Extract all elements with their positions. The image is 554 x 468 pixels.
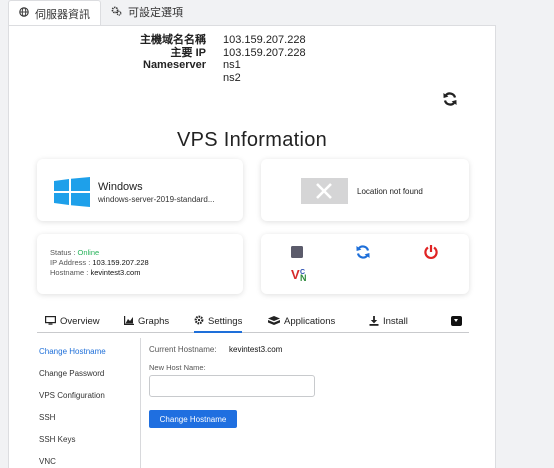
current-hostname-value: kevintest3.com (229, 345, 283, 354)
os-card: Windows windows-server-2019-standard... (37, 159, 243, 221)
hostname-line: Hostname : kevintest3.com (50, 268, 149, 278)
reboot-icon[interactable] (355, 244, 371, 260)
tab-install[interactable]: Install (369, 311, 408, 332)
side-item-ssh-keys[interactable]: SSH Keys (39, 435, 75, 444)
apps-icon (268, 316, 280, 327)
windows-logo-icon (54, 177, 90, 207)
service-subtabs: Overview Graphs Settings Applications In… (37, 311, 469, 333)
power-icon[interactable] (423, 244, 439, 260)
ip-value: 103.159.207.228 (92, 258, 149, 267)
server-info-row: ns2 (119, 72, 306, 85)
svg-text:V: V (291, 267, 300, 282)
server-info-table: 主機域名名稱 103.159.207.228 主要 IP 103.159.207… (119, 34, 306, 84)
map-placeholder-icon (301, 178, 348, 204)
location-card: Location not found (261, 159, 469, 221)
cogs-icon (111, 6, 122, 19)
side-item-change-hostname[interactable]: Change Hostname (39, 347, 106, 356)
refresh-icon[interactable] (442, 91, 458, 107)
divider (140, 338, 141, 468)
top-tabs: 伺服器資訊 可設定選項 (8, 0, 193, 26)
location-text: Location not found (357, 187, 423, 196)
server-info-panel: 主機域名名稱 103.159.207.228 主要 IP 103.159.207… (8, 25, 496, 468)
tab-applications[interactable]: Applications (268, 311, 335, 332)
side-item-vps-configuration[interactable]: VPS Configuration (39, 391, 105, 400)
new-hostname-label: New Host Name: (149, 363, 206, 372)
ip-label: IP Address : (50, 258, 93, 267)
hostname-label: 主機域名名稱 (140, 34, 206, 46)
tab-label: Overview (60, 316, 100, 327)
tab-label: Graphs (138, 316, 170, 327)
vps-info-title: VPS Information (176, 129, 328, 151)
status-card: Status : Online IP Address : 103.159.207… (37, 234, 243, 294)
gear-icon (194, 315, 204, 327)
stop-square-icon[interactable] (289, 244, 305, 260)
side-item-vnc[interactable]: VNC (39, 457, 56, 466)
server-info-row: 主要 IP 103.159.207.228 (119, 47, 306, 60)
tab-overview[interactable]: Overview (45, 311, 100, 332)
tab-label: 可設定選項 (128, 7, 183, 19)
download-icon (369, 315, 379, 328)
tab-label: Applications (284, 316, 336, 327)
controls-card: V N C (261, 234, 469, 294)
nameserver-value-2: ns2 (223, 71, 241, 84)
current-hostname-label: Current Hostname: (149, 345, 217, 354)
status-line: Status : Online (50, 248, 149, 258)
tab-config-options[interactable]: 可設定選項 (101, 0, 193, 24)
hostname-status-label: Hostname : (50, 268, 91, 277)
status-badge: Online (77, 248, 100, 257)
change-hostname-button[interactable]: Change Hostname (149, 410, 237, 428)
server-info-row: 主機域名名稱 103.159.207.228 (119, 34, 306, 47)
status-label: Status : (50, 248, 78, 257)
tab-label: Install (383, 316, 408, 327)
primary-ip-label: 主要 IP (170, 46, 206, 59)
svg-text:C: C (300, 269, 305, 276)
side-item-change-password[interactable]: Change Password (39, 369, 104, 378)
new-hostname-input[interactable] (149, 375, 315, 397)
ip-line: IP Address : 103.159.207.228 (50, 258, 149, 268)
primary-ip-value: 103.159.207.228 (223, 46, 306, 59)
nameserver-label-empty (119, 72, 206, 85)
hostname-value: 103.159.207.228 (223, 34, 306, 46)
os-version: windows-server-2019-standard... (98, 195, 215, 204)
more-dropdown-icon[interactable] (451, 316, 462, 326)
chart-icon (124, 316, 134, 327)
nameserver-value-1: ns1 (223, 59, 241, 71)
globe-icon (19, 7, 29, 20)
vnc-icon[interactable]: V N C (291, 266, 309, 282)
tab-graphs[interactable]: Graphs (124, 311, 169, 332)
tab-server-info[interactable]: 伺服器資訊 (8, 0, 101, 26)
nameserver-label: Nameserver (143, 59, 206, 71)
tab-settings[interactable]: Settings (194, 311, 243, 333)
side-item-ssh[interactable]: SSH (39, 413, 55, 422)
os-name: Windows (98, 181, 143, 193)
monitor-icon (45, 316, 57, 327)
tab-label: 伺服器資訊 (35, 8, 90, 21)
tab-label: Settings (208, 315, 243, 327)
hostname-status-value: kevintest3.com (90, 268, 141, 277)
server-info-row: Nameserver ns1 (119, 59, 306, 72)
status-block: Status : Online IP Address : 103.159.207… (50, 248, 149, 278)
